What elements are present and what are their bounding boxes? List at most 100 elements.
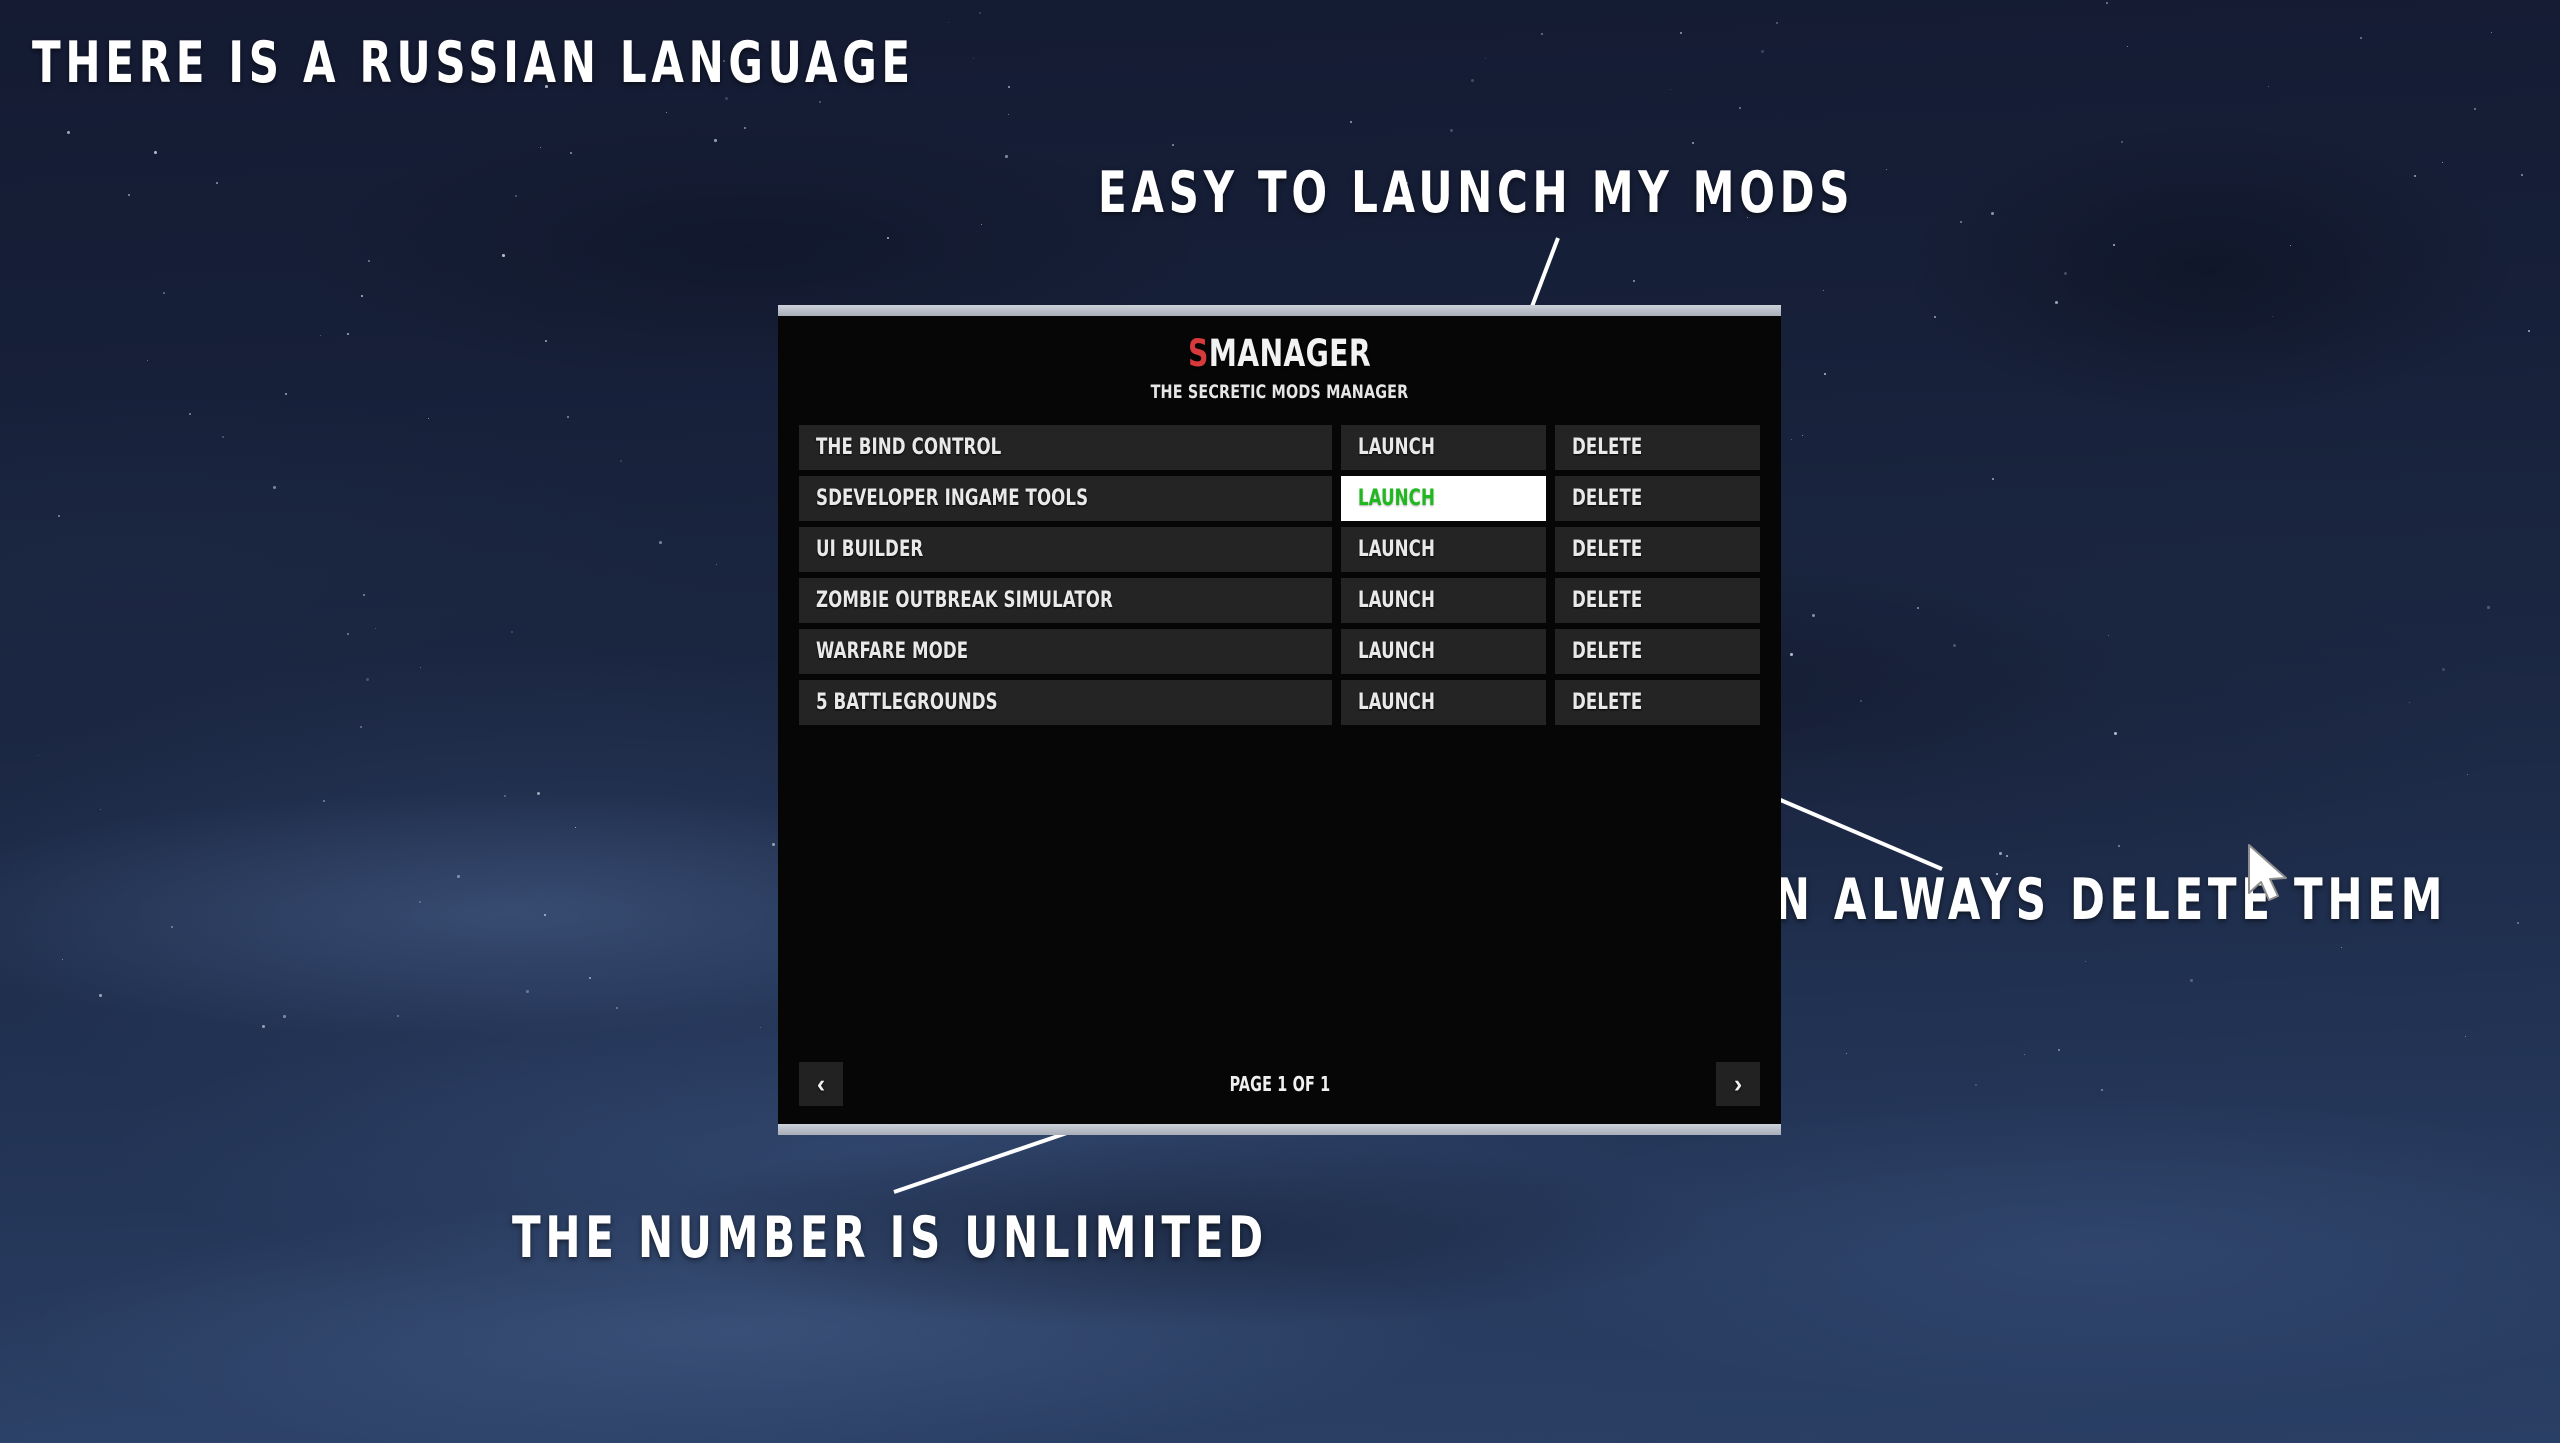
star [1812,614,1815,617]
launch-button[interactable]: LAUNCH [1341,476,1546,521]
launch-button-label: LAUNCH [1358,588,1435,613]
star [537,792,541,796]
star [428,418,430,420]
star [1541,33,1544,36]
star [360,726,362,728]
mod-row: THE BIND CONTROL LAUNCH DELETE [799,425,1760,470]
star [1680,32,1683,35]
delete-button-label: DELETE [1572,537,1643,562]
delete-button[interactable]: DELETE [1555,629,1760,674]
launch-button[interactable]: LAUNCH [1341,680,1546,725]
delete-button[interactable]: DELETE [1555,425,1760,470]
star [2118,845,2121,848]
annotation-easy-to-launch: EASY TO LAUNCH MY MODS [1098,160,1855,226]
star [128,194,130,196]
star [1886,169,1887,170]
star [320,335,322,337]
star [1991,212,1994,215]
star [1350,121,1352,123]
star [347,333,349,335]
star [323,800,326,803]
star [1992,478,1994,480]
star [1670,89,1671,90]
star [2290,245,2292,247]
star [222,436,224,438]
star [58,515,61,518]
star [163,292,166,295]
star [570,152,573,155]
app-title: SMANAGER [853,332,1706,375]
star [1471,79,1475,83]
mod-name-cell: UI BUILDER [799,527,1332,572]
star [567,416,569,418]
star [154,151,157,154]
delete-button[interactable]: DELETE [1555,578,1760,623]
delete-button-label: DELETE [1572,486,1643,511]
star [616,1007,619,1010]
star [363,594,366,597]
star [2442,162,2444,164]
star [1776,22,1779,25]
star [2024,1054,2025,1055]
mod-name-cell: WARFARE MODE [799,629,1332,674]
star [366,678,369,681]
star [2113,244,2115,246]
star [1761,50,1764,53]
star [38,755,40,757]
launch-button[interactable]: LAUNCH [1341,629,1546,674]
mod-name-cell: 5 BATTLEGROUNDS [799,680,1332,725]
launch-button-label: LAUNCH [1358,639,1435,664]
launch-button[interactable]: LAUNCH [1341,578,1546,623]
annotation-russian-language: THERE IS A RUSSIAN LANGUAGE [32,30,915,96]
launch-button-label: LAUNCH [1358,537,1435,562]
star [1999,852,2003,856]
delete-button-label: DELETE [1572,588,1643,613]
mod-row: UI BUILDER LAUNCH DELETE [799,527,1760,572]
delete-button[interactable]: DELETE [1555,527,1760,572]
star [2064,272,2068,276]
mod-row: SDEVELOPER INGAME TOOLS LAUNCH DELETE [799,476,1760,521]
mod-name-label: THE BIND CONTROL [816,435,1002,460]
star [1450,129,1453,132]
star [973,58,975,60]
star [2414,175,2417,178]
mod-name-cell: SDEVELOPER INGAME TOOLS [799,476,1332,521]
star [1172,144,1174,146]
star [2272,316,2274,318]
star [375,628,376,629]
star [2268,86,2270,88]
star [620,460,622,462]
star [1802,435,1803,436]
launch-button[interactable]: LAUNCH [1341,527,1546,572]
star [1860,700,1863,703]
star [171,926,173,928]
delete-button[interactable]: DELETE [1555,680,1760,725]
delete-button-label: DELETE [1572,639,1643,664]
star [948,22,950,24]
screenshot-stage: THERE IS A RUSSIAN LANGUAGE EASY TO LAUN… [0,0,2560,1443]
star [511,631,513,633]
star [419,901,421,903]
star [2106,2,2108,4]
star [1960,221,1963,224]
delete-button[interactable]: DELETE [1555,476,1760,521]
mod-row: ZOMBIE OUTBREAK SIMULATOR LAUNCH DELETE [799,578,1760,623]
star [2121,141,2124,144]
star [283,1015,286,1018]
star [2409,702,2411,704]
star [216,182,218,184]
star [666,112,667,113]
delete-button-label: DELETE [1572,690,1643,715]
star [1953,644,1956,647]
star [262,1025,266,1029]
launch-button[interactable]: LAUNCH [1341,425,1546,470]
mod-row: 5 BATTLEGROUNDS LAUNCH DELETE [799,680,1760,725]
annotation-number-unlimited: THE NUMBER IS UNLIMITED [512,1205,1268,1271]
star [420,667,422,669]
star [147,360,149,362]
star [716,564,718,566]
star [100,809,102,811]
star [1692,142,1695,145]
star [99,994,102,997]
launch-button-label: LAUNCH [1358,486,1435,511]
